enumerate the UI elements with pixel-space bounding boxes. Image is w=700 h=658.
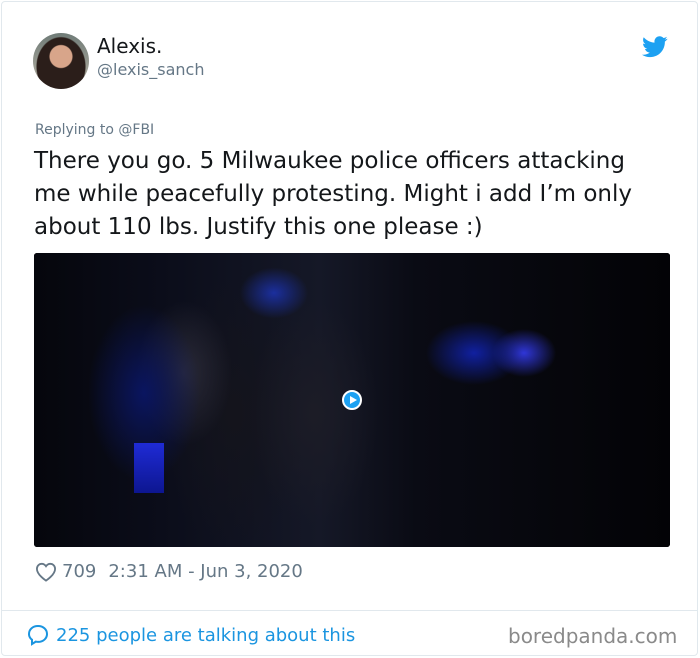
twitter-bird-icon[interactable] <box>642 36 668 58</box>
divider <box>2 610 697 611</box>
background-sign <box>134 443 164 493</box>
talking-about-link[interactable]: 225 people are talking about this <box>26 623 355 647</box>
display-name[interactable]: Alexis. <box>97 34 162 58</box>
timestamp[interactable]: 2:31 AM - Jun 3, 2020 <box>108 561 302 582</box>
tweet-meta: 709 2:31 AM - Jun 3, 2020 <box>35 561 303 582</box>
reply-mention-link[interactable]: @FBI <box>118 122 154 138</box>
tweet-text: There you go. 5 Milwaukee police officer… <box>34 148 632 240</box>
replying-to: Replying to @FBI <box>35 122 154 138</box>
watermark: boredpanda.com <box>508 624 678 648</box>
play-icon[interactable] <box>342 390 362 410</box>
user-handle[interactable]: @lexis_sanch <box>97 60 204 79</box>
talking-about-text[interactable]: 225 people are talking about this <box>56 625 355 646</box>
heart-icon[interactable] <box>35 562 57 582</box>
like-count[interactable]: 709 <box>62 561 96 582</box>
replying-prefix: Replying to <box>35 122 114 138</box>
tweet-video[interactable] <box>34 253 670 547</box>
tweet-card: Alexis. @lexis_sanch Replying to @FBI Th… <box>1 1 698 656</box>
avatar[interactable] <box>33 33 89 89</box>
speech-bubble-icon <box>27 624 49 646</box>
